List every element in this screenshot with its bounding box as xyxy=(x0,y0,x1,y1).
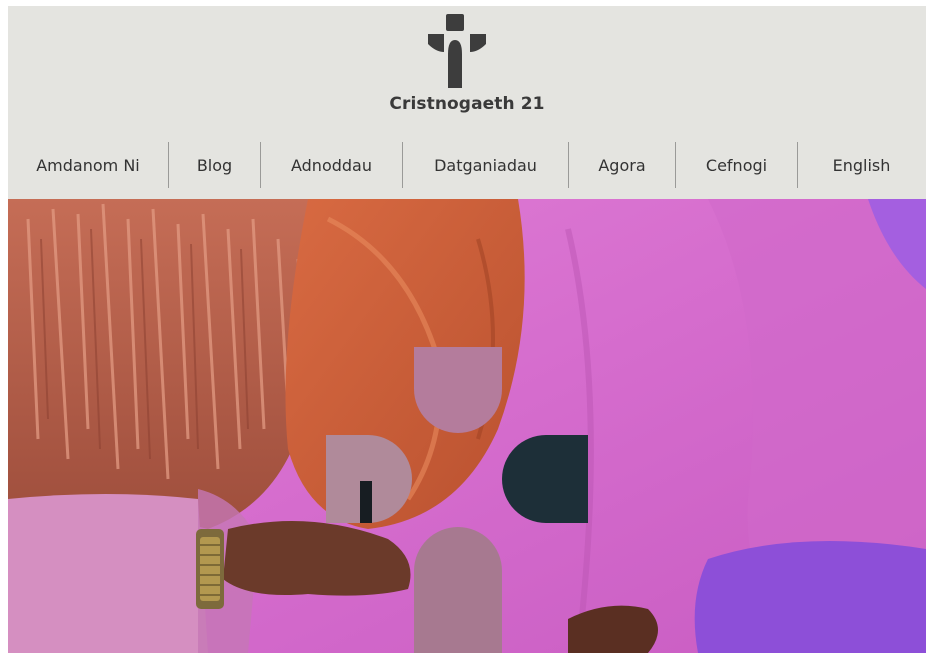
hero-photo xyxy=(8,199,926,653)
cross-logo-icon[interactable] xyxy=(428,14,486,88)
main-nav: Amdanom Ni Blog Adnoddau Datganiadau Ago… xyxy=(8,140,926,190)
nav-item-datganiadau[interactable]: Datganiadau xyxy=(403,140,568,190)
nav-item-adnoddau[interactable]: Adnoddau xyxy=(261,140,402,190)
nav-item-cefnogi[interactable]: Cefnogi xyxy=(676,140,797,190)
site-header: Cristnogaeth 21 Amdanom Ni Blog Adnoddau… xyxy=(8,6,926,199)
nav-item-blog[interactable]: Blog xyxy=(169,140,260,190)
nav-item-amdanom-ni[interactable]: Amdanom Ni xyxy=(8,140,168,190)
site-title[interactable]: Cristnogaeth 21 xyxy=(8,94,926,114)
page: Cristnogaeth 21 Amdanom Ni Blog Adnoddau… xyxy=(8,6,926,653)
nav-item-agora[interactable]: Agora xyxy=(569,140,675,190)
hero-banner xyxy=(8,199,926,653)
nav-item-english[interactable]: English xyxy=(798,140,925,190)
